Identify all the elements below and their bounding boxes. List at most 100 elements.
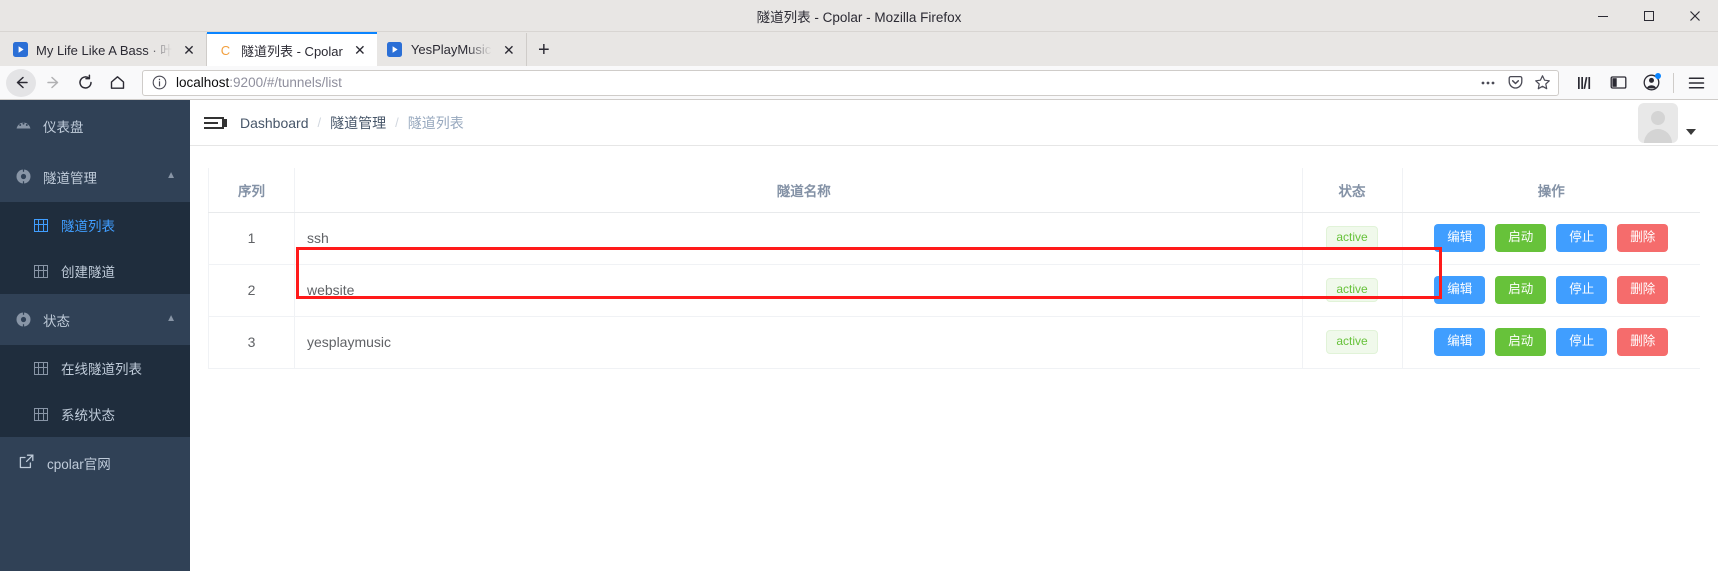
hamburger-menu-icon[interactable] — [1680, 69, 1712, 97]
main-panel: 序列 隧道名称 状态 操作 1 ssh active 编辑 启动 停止 删除 2… — [190, 146, 1718, 571]
cell-sequence: 2 — [208, 264, 295, 317]
play-icon — [12, 42, 28, 58]
start-button[interactable]: 启动 — [1495, 328, 1547, 356]
start-button[interactable]: 启动 — [1495, 276, 1547, 304]
url-path: :9200/#/tunnels/list — [229, 75, 342, 90]
sidebar-item-tunnel-list[interactable]: 隧道列表 — [0, 202, 190, 248]
cell-status: active — [1302, 264, 1403, 317]
library-icon[interactable] — [1569, 69, 1601, 97]
window-title: 隧道列表 - Cpolar - Mozilla Firefox — [756, 9, 962, 25]
stop-button[interactable]: 停止 — [1556, 328, 1608, 356]
window-titlebar: 隧道列表 - Cpolar - Mozilla Firefox — [0, 0, 1718, 32]
url-input[interactable]: localhost:9200/#/tunnels/list — [176, 75, 1471, 90]
status-badge: active — [1326, 330, 1378, 354]
tab-title: YesPlayMusic — [410, 42, 492, 57]
column-header-status: 状态 — [1302, 168, 1403, 213]
delete-button[interactable]: 删除 — [1617, 276, 1669, 304]
reload-icon[interactable] — [70, 69, 100, 97]
browser-tab[interactable]: My Life Like A Bass · 叶尔 ✕ — [2, 33, 207, 66]
collapse-menu-icon[interactable] — [204, 113, 227, 133]
sidebar-item-create-tunnel[interactable]: 创建隧道 — [0, 248, 190, 294]
table-row: 1 ssh active 编辑 启动 停止 删除 — [208, 212, 1700, 265]
start-button[interactable]: 启动 — [1495, 224, 1547, 252]
account-icon[interactable] — [1635, 69, 1667, 97]
edit-button[interactable]: 编辑 — [1434, 276, 1486, 304]
chevron-up-icon: ▲ — [166, 313, 176, 324]
column-header-sequence: 序列 — [208, 168, 295, 213]
sidebar-item-system-status[interactable]: 系统状态 — [0, 391, 190, 437]
cell-operations: 编辑 启动 停止 删除 — [1402, 212, 1700, 265]
breadcrumb-item-dashboard[interactable]: Dashboard — [240, 115, 309, 131]
sidebar-item-label: 仪表盘 — [43, 119, 84, 135]
firefox-window: 隧道列表 - Cpolar - Mozilla Firefox My Life … — [0, 0, 1718, 571]
page-actions-icon[interactable] — [1478, 73, 1498, 93]
browser-tab-active[interactable]: C 隧道列表 - Cpolar ✕ — [207, 32, 377, 66]
column-header-tunnel-name: 隧道名称 — [294, 168, 1303, 213]
new-tab-button[interactable]: + — [527, 33, 561, 66]
pocket-icon[interactable] — [1505, 73, 1525, 93]
avatar[interactable] — [1638, 102, 1678, 143]
close-icon[interactable]: ✕ — [180, 41, 198, 59]
close-icon[interactable]: ✕ — [500, 41, 518, 59]
sidebar-item-label: 在线隧道列表 — [61, 362, 142, 377]
cell-sequence: 3 — [208, 316, 295, 369]
page-viewport: 仪表盘 隧道管理 ▲ 隧道列表 创建隧道 状态 ▲ 在线隧道列表 系统状态 cp… — [0, 100, 1718, 571]
stop-button[interactable]: 停止 — [1556, 276, 1608, 304]
sidebar-submenu-status: 在线隧道列表 系统状态 — [0, 345, 190, 437]
status-badge: active — [1326, 226, 1378, 250]
grid-icon — [32, 405, 50, 423]
url-bar[interactable]: localhost:9200/#/tunnels/list — [142, 69, 1559, 96]
breadcrumb-separator: / — [317, 115, 322, 130]
edit-button[interactable]: 编辑 — [1434, 328, 1486, 356]
home-icon[interactable] — [102, 69, 132, 97]
sidebar-item-label: 创建隧道 — [61, 265, 115, 280]
app-content: Dashboard / 隧道管理 / 隧道列表 序列 隧道名称 状态 操作 1 … — [190, 100, 1718, 571]
navigation-toolbar: localhost:9200/#/tunnels/list — [0, 66, 1718, 100]
tab-title: 隧道列表 - Cpolar — [241, 43, 343, 59]
sidebar-item-dashboard[interactable]: 仪表盘 — [0, 100, 190, 151]
caret-down-icon[interactable] — [1686, 128, 1696, 135]
delete-button[interactable]: 删除 — [1617, 328, 1669, 356]
sidebar-group-label: 状态 — [43, 313, 70, 329]
window-controls — [1580, 0, 1718, 32]
forward-arrow-icon[interactable] — [38, 69, 68, 97]
user-menu[interactable] — [1638, 102, 1696, 143]
svg-text:C: C — [220, 43, 229, 58]
minimize-icon[interactable] — [1580, 0, 1626, 32]
sidebar-group-tunnel-management[interactable]: 隧道管理 ▲ — [0, 151, 190, 202]
close-icon[interactable] — [1672, 0, 1718, 32]
grid-icon — [32, 216, 50, 234]
grid-icon — [32, 359, 50, 377]
status-target-icon — [14, 311, 32, 329]
star-icon[interactable] — [1532, 73, 1552, 93]
sidebar-group-status[interactable]: 状态 ▲ — [0, 294, 190, 345]
back-arrow-icon[interactable] — [6, 68, 36, 97]
operation-buttons: 编辑 启动 停止 删除 — [1404, 328, 1700, 356]
cell-tunnel-name: yesplaymusic — [294, 316, 1303, 369]
sidebar-group-label: 隧道管理 — [43, 170, 97, 186]
table-row: 3 yesplaymusic active 编辑 启动 停止 删除 — [208, 316, 1700, 369]
info-circle-icon[interactable] — [149, 73, 169, 93]
url-host: localhost — [176, 75, 230, 90]
maximize-icon[interactable] — [1626, 0, 1672, 32]
operation-buttons: 编辑 启动 停止 删除 — [1404, 224, 1700, 252]
browser-tab[interactable]: YesPlayMusic ✕ — [377, 33, 527, 66]
table-head: 序列 隧道名称 状态 操作 — [208, 168, 1700, 213]
operation-buttons: 编辑 启动 停止 删除 — [1404, 276, 1700, 304]
cell-operations: 编辑 启动 停止 删除 — [1402, 264, 1700, 317]
edit-button[interactable]: 编辑 — [1434, 224, 1486, 252]
chevron-up-icon: ▲ — [166, 170, 176, 181]
dashboard-gauge-icon — [14, 117, 32, 135]
stop-button[interactable]: 停止 — [1556, 224, 1608, 252]
cell-status: active — [1302, 212, 1403, 265]
sidebar-item-online-tunnel-list[interactable]: 在线隧道列表 — [0, 345, 190, 391]
external-link-icon — [18, 453, 35, 473]
sidebar-icon[interactable] — [1602, 69, 1634, 97]
breadcrumb-item-tunnel-management[interactable]: 隧道管理 — [330, 113, 386, 133]
tunnel-table: 序列 隧道名称 状态 操作 1 ssh active 编辑 启动 停止 删除 2… — [208, 168, 1700, 369]
column-header-operations: 操作 — [1402, 168, 1700, 213]
sidebar-item-cpolar-website[interactable]: cpolar官网 — [0, 437, 190, 488]
close-icon[interactable]: ✕ — [351, 41, 369, 59]
breadcrumb: Dashboard / 隧道管理 / 隧道列表 — [240, 113, 464, 133]
delete-button[interactable]: 删除 — [1617, 224, 1669, 252]
